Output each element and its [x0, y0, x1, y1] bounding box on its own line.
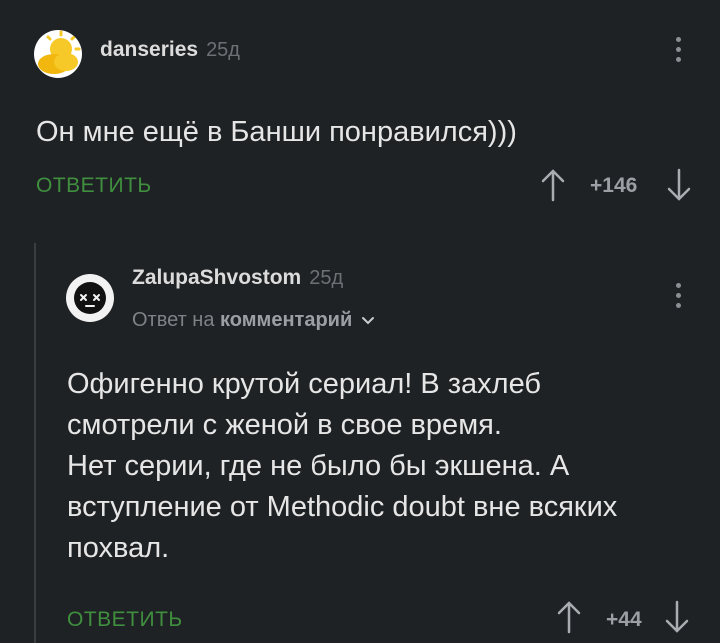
reply-text-line: Офигенно крутой сериал! В захлеб	[67, 368, 542, 400]
reply-text-line: Нет серии, где не было бы экшена. А	[67, 450, 570, 482]
arrow-down-icon[interactable]	[664, 600, 690, 634]
vote-controls: +44	[556, 600, 690, 636]
reply-to-prefix: Ответ на	[132, 309, 215, 331]
sun-cloud-avatar-icon	[34, 30, 82, 78]
more-options-button[interactable]	[676, 37, 681, 67]
comment-text: Он мне ещё в Банши понравился)))	[36, 116, 517, 148]
avatar[interactable]	[34, 30, 82, 78]
reply-button[interactable]: ОТВЕТИТЬ	[67, 608, 183, 632]
more-vertical-icon	[676, 37, 681, 42]
rating-value: +44	[606, 608, 642, 631]
arrow-up-icon[interactable]	[540, 168, 566, 202]
reply-text-line: похвал.	[67, 532, 170, 564]
username[interactable]: danseries	[100, 38, 198, 61]
rating-value: +146	[590, 174, 638, 197]
chevron-down-icon	[361, 317, 374, 325]
arrow-down-icon[interactable]	[666, 168, 692, 202]
comment-age: 25д	[309, 267, 344, 289]
skull-avatar-icon	[66, 274, 114, 322]
more-options-button[interactable]	[676, 283, 681, 313]
avatar[interactable]	[66, 274, 114, 322]
vote-controls: +146	[540, 168, 692, 204]
thread-line	[34, 243, 36, 643]
reply-text-line: вступление от Methodic doubt вне всяких	[67, 491, 618, 523]
username[interactable]: ZalupaShvostom	[132, 266, 301, 289]
arrow-up-icon[interactable]	[556, 600, 582, 634]
comment-header: danseries 25д	[100, 38, 240, 62]
reply-header: ZalupaShvostom 25д	[132, 266, 343, 290]
comment-age: 25д	[206, 39, 240, 61]
reply-to-target: комментарий	[220, 309, 353, 331]
reply-to-info[interactable]: Ответ на комментарий	[132, 309, 375, 332]
reply-text-line: смотрели с женой в свое время.	[67, 409, 502, 441]
reply-text: Офигенно крутой сериал! В захлеб смотрел…	[67, 364, 707, 569]
reply-button[interactable]: ОТВЕТИТЬ	[36, 174, 152, 198]
more-vertical-icon	[676, 283, 681, 288]
